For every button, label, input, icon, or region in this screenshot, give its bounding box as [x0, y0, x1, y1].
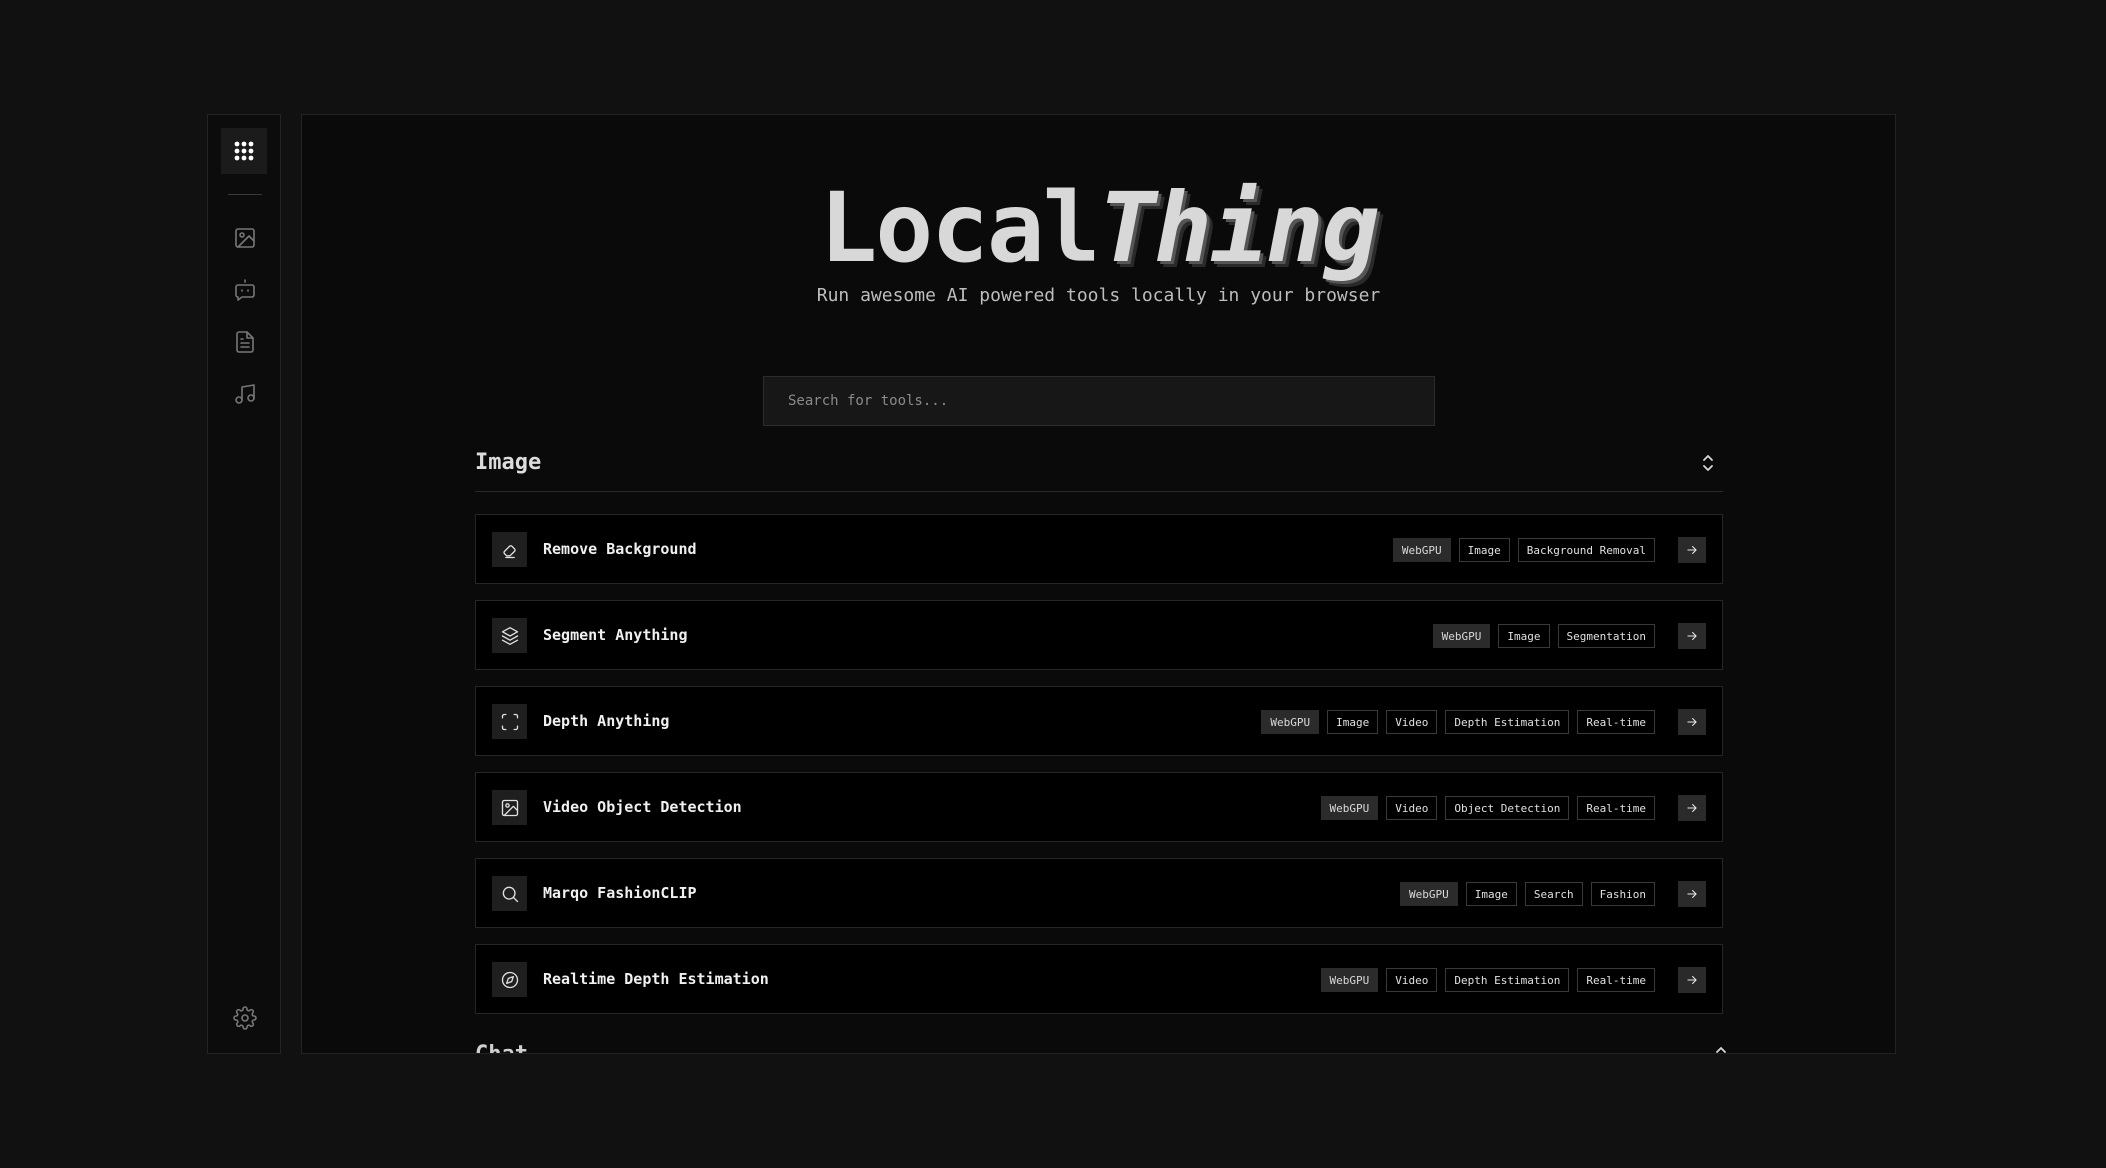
arrow-right-icon [1687, 631, 1697, 641]
chat-bot-icon [235, 279, 255, 301]
tag-badge: Image [1327, 710, 1379, 734]
tag-badge: WebGPU [1320, 968, 1379, 992]
tag-badge: WebGPU [1392, 538, 1451, 562]
tag-list: WebGPU Image Segmentation [1432, 624, 1655, 648]
tag-list: WebGPU Image Search Fashion [1400, 882, 1655, 906]
app-title: LocalThing [302, 173, 1895, 283]
chevrons-up-down-icon [1703, 455, 1713, 471]
tool-icon-box [492, 532, 527, 567]
eraser-icon [502, 544, 516, 558]
arrow-right-icon [1687, 889, 1697, 899]
compass-icon [501, 971, 518, 988]
section-title: Image [475, 450, 542, 475]
tool-name: Marqo FashionCLIP [543, 884, 697, 902]
open-tool-button[interactable] [1678, 623, 1706, 649]
app-subtitle: Run awesome AI powered tools locally in … [816, 285, 1381, 306]
tag-list: WebGPU Video Object Detection Real-time [1320, 796, 1655, 820]
tag-badge: WebGPU [1261, 710, 1320, 734]
tool-name: Segment Anything [543, 626, 688, 644]
tool-row[interactable]: Remove Background WebGPU Image Background R… [475, 514, 1723, 584]
arrow-right-icon [1687, 545, 1697, 555]
tool-icon-box [492, 790, 527, 825]
search-input[interactable] [763, 376, 1435, 426]
sidebar-item-audio[interactable] [228, 377, 262, 411]
tool-name: Remove Background [543, 540, 697, 558]
tag-badge: Video [1386, 796, 1438, 820]
tag-badge: Fashion [1590, 882, 1655, 906]
tag-badge: WebGPU [1432, 624, 1491, 648]
sidebar-item-document[interactable] [228, 325, 262, 359]
tool-icon-box [492, 618, 527, 653]
sidebar-divider [228, 194, 262, 195]
section-title-chat: Chat [475, 1042, 528, 1053]
tag-badge: Image [1465, 882, 1517, 906]
grid-dots-icon [234, 141, 254, 161]
tool-name: Realtime Depth Estimation [543, 970, 769, 988]
tool-row[interactable]: Segment Anything WebGPU Image Segmentation [475, 600, 1723, 670]
tag-list: WebGPU Video Depth Estimation Real-time [1320, 968, 1655, 992]
arrow-right-icon [1687, 803, 1697, 813]
tool-icon-box [492, 876, 527, 911]
tool-row[interactable]: Depth Anything WebGPU Image Video Depth Esti… [475, 686, 1723, 756]
tag-badge: Real-time [1577, 710, 1655, 734]
tool-row[interactable]: Realtime Depth Estimation WebGPU Video Dept… [475, 944, 1723, 1014]
tool-icon-box [492, 962, 527, 997]
tool-row[interactable]: Marqo FashionCLIP WebGPU Image Search Fashio… [475, 858, 1723, 928]
tag-list: WebGPU Image Video Depth Estimation Real-tim… [1261, 710, 1655, 734]
document-icon [236, 331, 254, 353]
tag-badge: WebGPU [1400, 882, 1458, 906]
tool-name: Depth Anything [543, 712, 670, 730]
tag-badge: Segmentation [1557, 624, 1655, 648]
tag-badge: Depth Estimation [1445, 710, 1570, 734]
tool-row[interactable]: Video Object Detection WebGPU Video Object … [475, 772, 1723, 842]
sidebar-item-chat[interactable] [228, 273, 262, 307]
sidebar [207, 114, 281, 1054]
open-tool-button[interactable] [1678, 537, 1706, 563]
tag-badge: Real-time [1577, 968, 1655, 992]
tag-badge: Video [1386, 710, 1438, 734]
arrow-right-icon [1687, 975, 1697, 985]
tag-badge: Depth Estimation [1445, 968, 1570, 992]
app-grid-button[interactable] [221, 128, 267, 174]
tool-name: Video Object Detection [543, 798, 742, 816]
section-header-image[interactable]: Image [475, 442, 1723, 492]
tag-badge: Background Removal [1517, 538, 1655, 562]
image-frame-icon [501, 799, 518, 816]
tag-list: WebGPU Image Background Removal [1392, 538, 1655, 562]
open-tool-button[interactable] [1678, 967, 1706, 993]
collapse-toggle[interactable] [1699, 452, 1717, 474]
gear-icon [233, 1006, 257, 1030]
settings-button[interactable] [228, 1001, 262, 1035]
arrow-right-icon [1687, 717, 1697, 727]
main-panel: LocalThing Run awesome AI powered tools … [301, 114, 1896, 1054]
image-icon [235, 228, 255, 248]
search-icon [502, 886, 518, 902]
tag-badge: Video [1386, 968, 1438, 992]
tag-badge: Real-time [1577, 796, 1655, 820]
focus-frame-icon [501, 713, 518, 730]
chevrons-up-down-icon[interactable] [1713, 1045, 1729, 1054]
tool-icon-box [492, 704, 527, 739]
open-tool-button[interactable] [1678, 709, 1706, 735]
tag-badge: Object Detection [1445, 796, 1570, 820]
layers-icon [501, 626, 518, 645]
app-title-italic: Thing [1098, 172, 1380, 284]
open-tool-button[interactable] [1678, 881, 1706, 907]
tag-badge: Search [1524, 882, 1583, 906]
app-title-plain: Local [819, 172, 1101, 284]
music-note-icon [235, 384, 255, 404]
sidebar-item-image[interactable] [228, 221, 262, 255]
tag-badge: Image [1498, 624, 1550, 648]
tag-badge: WebGPU [1320, 796, 1379, 820]
open-tool-button[interactable] [1678, 795, 1706, 821]
tag-badge: Image [1458, 538, 1510, 562]
